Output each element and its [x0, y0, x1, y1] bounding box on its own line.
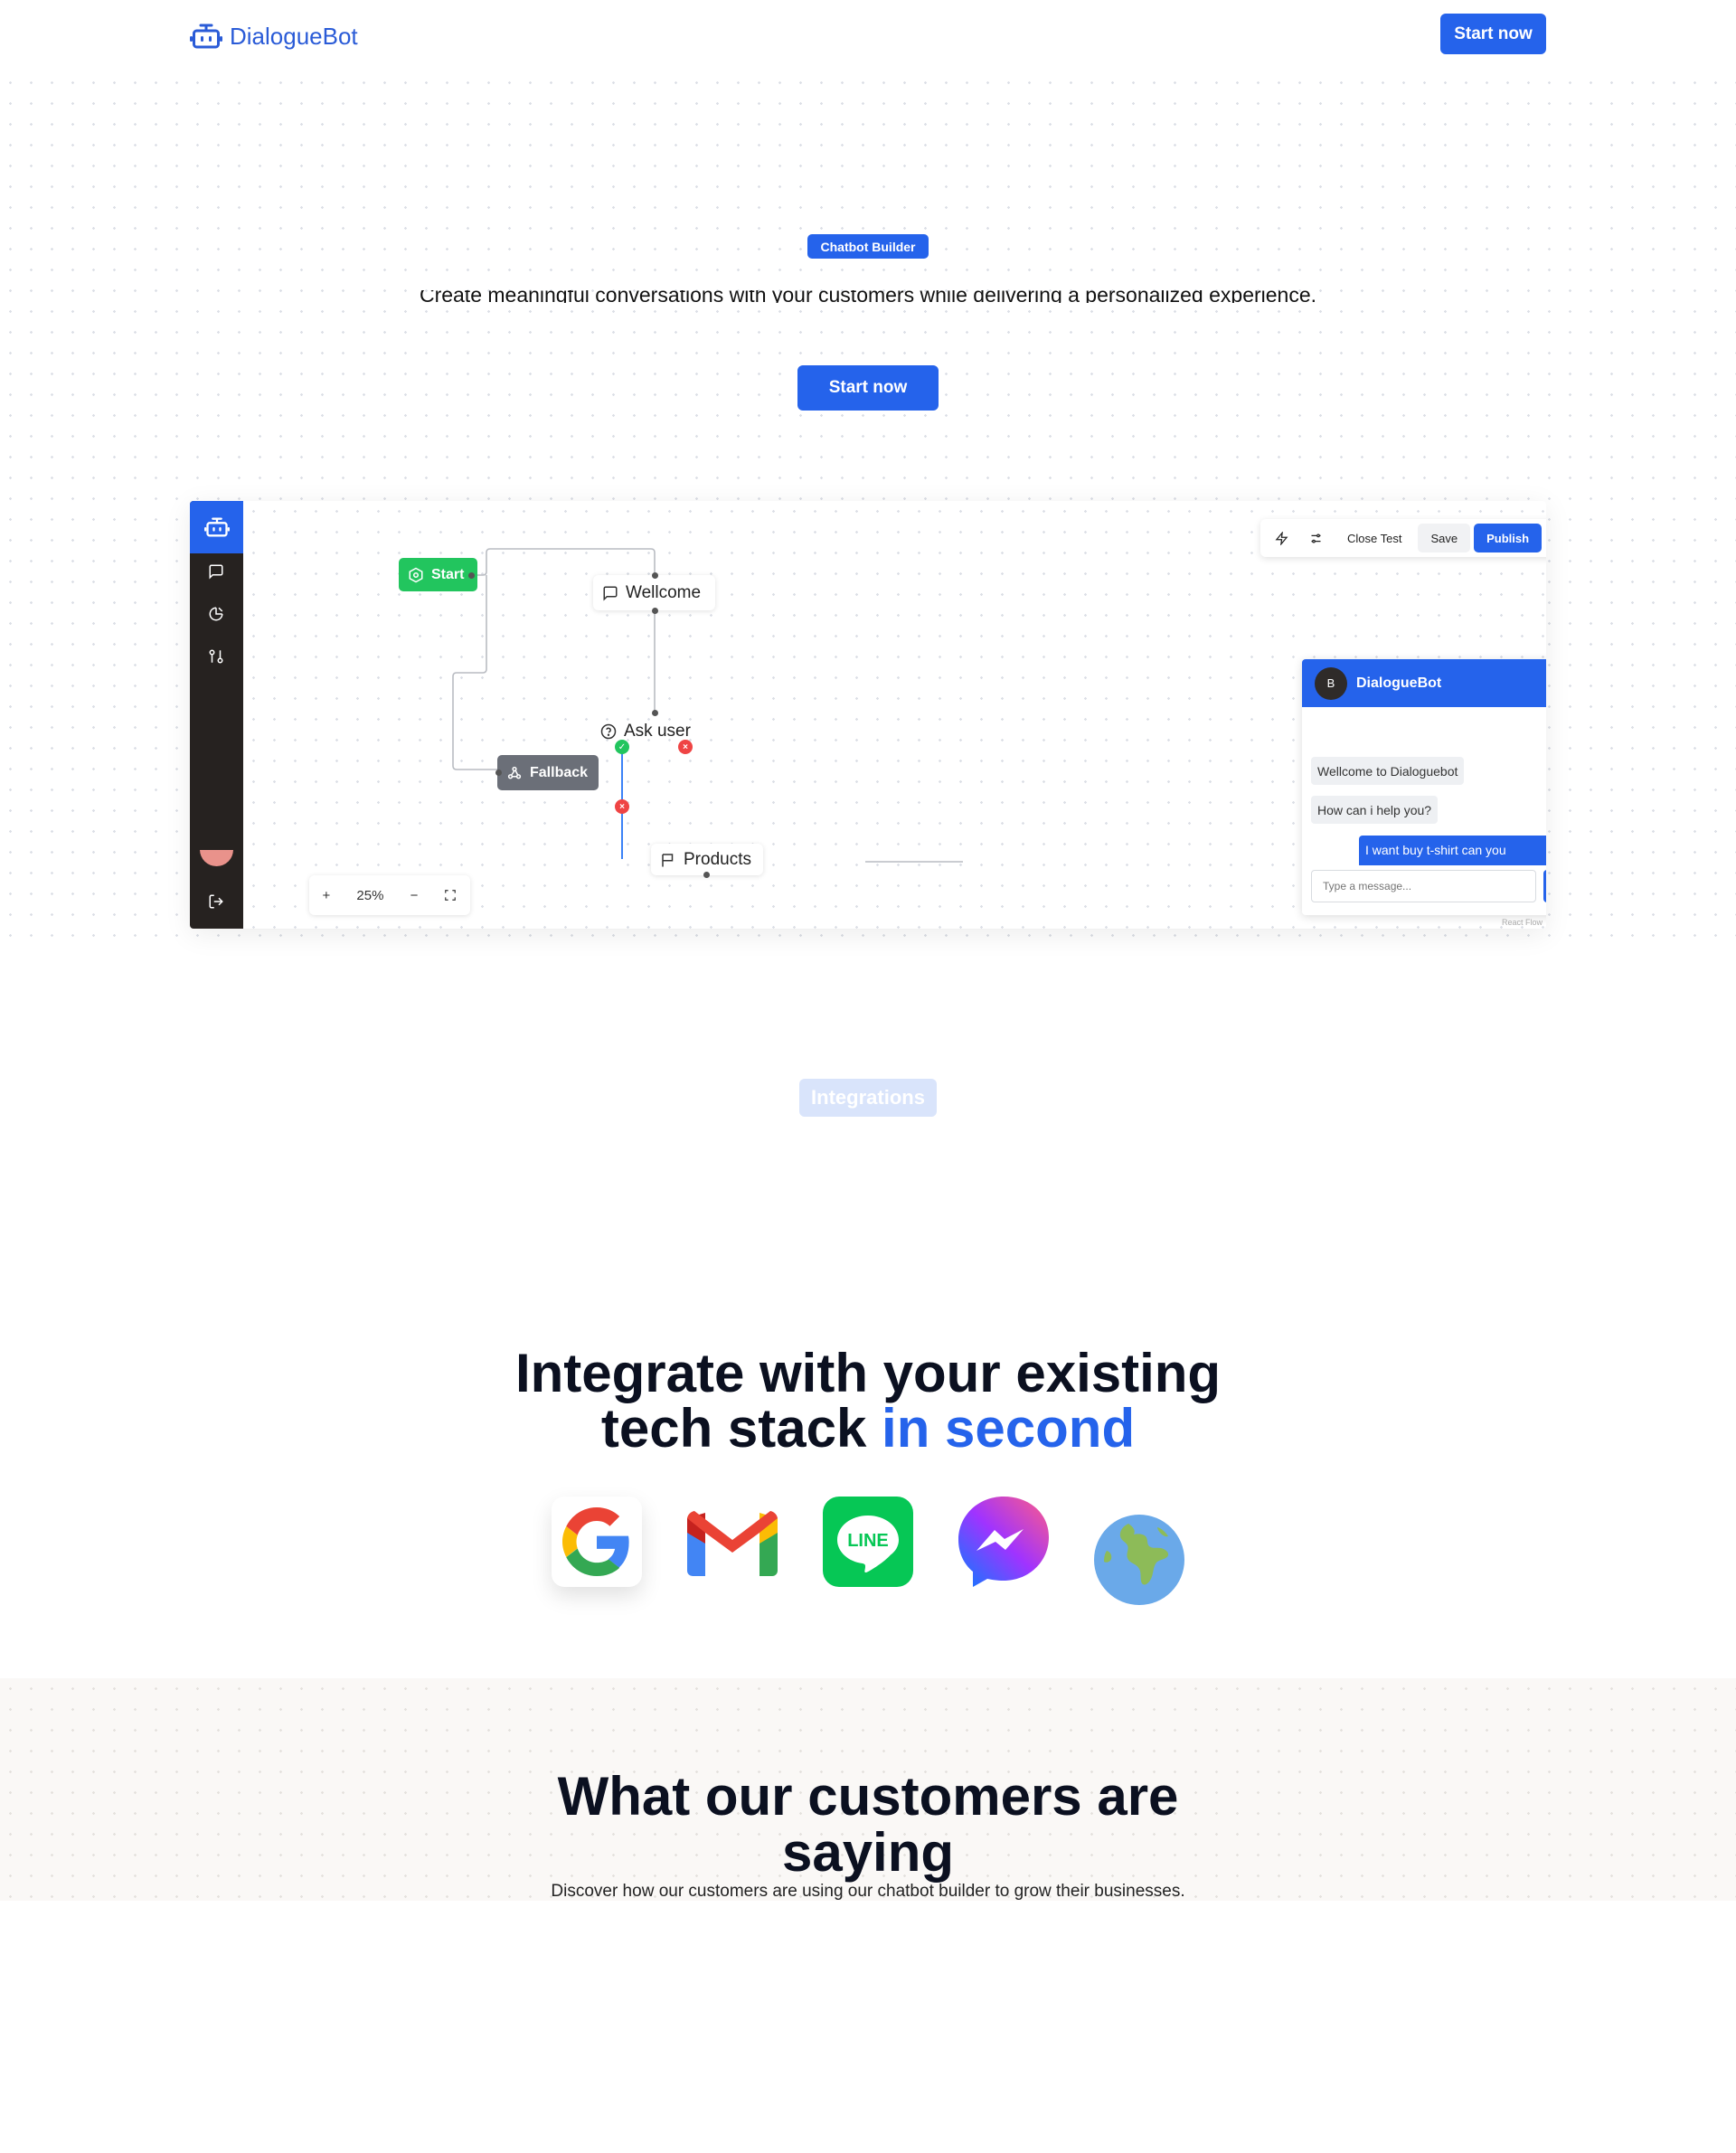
integrations-title-line2: tech stack — [600, 1398, 882, 1459]
ask-user-no-handle[interactable]: × — [678, 740, 693, 754]
flow-node-welcome[interactable]: Wellcome — [593, 575, 715, 610]
help-circle-icon — [600, 723, 617, 740]
welcome-node-top-handle[interactable] — [652, 572, 658, 579]
send-icon[interactable] — [1543, 870, 1546, 902]
flow-node-welcome-label: Wellcome — [626, 582, 702, 602]
flow-node-start[interactable]: Start — [399, 558, 477, 591]
ask-user-yes-handle[interactable]: ✓ — [615, 740, 629, 754]
flow-node-fallback-label: Fallback — [530, 764, 589, 780]
svg-text:LINE: LINE — [847, 1531, 889, 1551]
zoom-level: 25% — [356, 887, 384, 903]
save-button[interactable]: Save — [1418, 524, 1471, 552]
messenger-icon[interactable] — [958, 1497, 1049, 1587]
user-avatar[interactable] — [200, 850, 233, 866]
integrations-badge: Integrations — [799, 1079, 937, 1117]
flow-node-fallback[interactable]: Fallback — [497, 755, 599, 790]
close-test-button[interactable]: Close Test — [1335, 524, 1414, 552]
fullscreen-icon[interactable] — [444, 889, 457, 902]
robot-logo-icon — [190, 24, 222, 49]
nav-start-now-button[interactable]: Start now — [1440, 14, 1546, 54]
integrations-title-accent: in second — [882, 1398, 1136, 1459]
flow-node-ask-user-label: Ask user — [624, 722, 691, 741]
chat-messages: hi Wellcome to Dialoguebot How can i hel… — [1302, 707, 1546, 865]
delete-edge-icon[interactable]: × — [615, 799, 629, 814]
logout-icon[interactable] — [205, 891, 227, 912]
start-node-handle[interactable] — [468, 572, 475, 579]
hero-section: Chatbot Builder Create meaningful conver… — [0, 72, 1736, 945]
hero-subtitle-text: Create meaningful conversations with you… — [419, 290, 1317, 303]
hero-start-now-button[interactable]: Start now — [797, 365, 939, 411]
chat-header: B DialogueBot — [1302, 659, 1546, 707]
line-icon[interactable]: LINE — [823, 1497, 913, 1587]
sidebar-analytics-icon[interactable] — [205, 603, 227, 625]
flow-node-start-label: Start — [431, 566, 465, 582]
testimonials-title-line1: What our customers are — [557, 1766, 1179, 1827]
sidebar-connections-icon[interactable] — [205, 646, 227, 667]
top-nav: DialogueBot Start now — [0, 0, 1736, 72]
integrations-title-line1: Integrate with your existing — [514, 1343, 1222, 1403]
logo-text: DialogueBot — [230, 22, 358, 50]
chat-input-row — [1311, 870, 1546, 902]
chat-title: DialogueBot — [1356, 675, 1442, 691]
welcome-node-bottom-handle[interactable] — [652, 608, 658, 614]
chat-message-user: I want buy t-shirt can you — [1359, 836, 1546, 865]
gmail-icon[interactable] — [687, 1497, 778, 1587]
chat-message-input[interactable] — [1311, 870, 1536, 902]
message-square-icon — [603, 586, 618, 601]
chat-preview: B DialogueBot hi Wellcome to Dialoguebot… — [1302, 659, 1546, 915]
webhook-icon — [507, 766, 522, 779]
publish-button[interactable]: Publish — [1474, 524, 1543, 552]
flow-node-products-label: Products — [684, 849, 751, 869]
integration-icons: LINE — [0, 1497, 1736, 1614]
integrations-title: Integrate with your existing tech stack … — [0, 1346, 1736, 1456]
testimonials-subtitle: Discover how our customers are using our… — [551, 1882, 1185, 1901]
sidebar-chat-icon[interactable] — [205, 561, 227, 582]
zoom-out-button[interactable]: − — [410, 888, 419, 903]
google-icon[interactable] — [552, 1497, 642, 1587]
zap-icon[interactable] — [1266, 524, 1297, 552]
fallback-node-handle[interactable] — [495, 770, 502, 776]
testimonials-title: What our customers are saying — [0, 1769, 1736, 1881]
chat-message-bot: Wellcome to Dialoguebot — [1311, 757, 1465, 785]
hero-subtitle: Create meaningful conversations with you… — [0, 290, 1736, 303]
builder-sidebar — [190, 501, 243, 929]
sliders-icon[interactable] — [1300, 524, 1331, 552]
builder-toolbar: Close Test Save Publish — [1260, 519, 1546, 557]
logo[interactable]: DialogueBot — [190, 20, 358, 52]
flow-node-products[interactable]: Products — [651, 844, 763, 875]
flag-icon — [662, 853, 674, 866]
hero-badge: Chatbot Builder — [807, 234, 929, 259]
ask-user-top-handle[interactable] — [652, 710, 658, 716]
products-node-handle[interactable] — [703, 872, 710, 878]
testimonials-title-line2: saying — [781, 1822, 955, 1883]
builder-preview: Start Wellcome Ask user ✓ × × Fallback P… — [190, 501, 1546, 929]
sidebar-bot-icon[interactable] — [190, 501, 243, 553]
zoom-controls: + 25% − — [309, 875, 470, 915]
flow-canvas[interactable]: Start Wellcome Ask user ✓ × × Fallback P… — [243, 501, 1546, 929]
globe-icon[interactable] — [1094, 1515, 1184, 1605]
start-node-icon — [409, 567, 423, 582]
chat-message-bot: How can i help you? — [1311, 796, 1439, 824]
react-flow-attribution[interactable]: React Flow — [1502, 918, 1543, 927]
chat-avatar: B — [1315, 666, 1347, 700]
zoom-in-button[interactable]: + — [323, 888, 331, 903]
